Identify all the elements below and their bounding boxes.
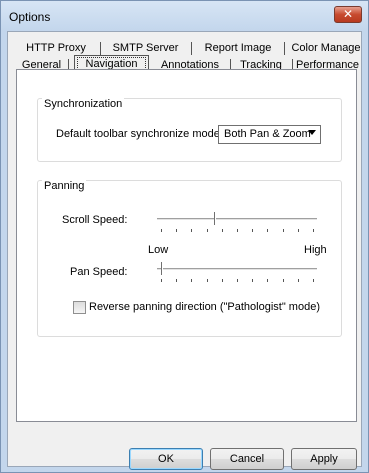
slider-tick (237, 229, 238, 232)
navigation-tab-panel: Synchronization Default toolbar synchron… (16, 69, 357, 422)
tab-separator (100, 42, 101, 55)
slider-ticks (157, 229, 317, 232)
sync-mode-value: Both Pan & Zoom (224, 128, 311, 140)
slider-tick (207, 279, 208, 282)
sync-mode-dropdown[interactable]: Both Pan & Zoom (218, 125, 321, 144)
slider-tick (191, 279, 192, 282)
slider-tick (283, 229, 284, 232)
slider-tick (267, 229, 268, 232)
slider-tick (176, 279, 177, 282)
slider-track (157, 218, 317, 220)
slider-tick (252, 229, 253, 232)
close-icon: ✕ (342, 7, 354, 21)
slider-tick (161, 279, 162, 282)
slider-tick (298, 279, 299, 282)
slider-tick (252, 279, 253, 282)
tab-color-manage[interactable]: Color Manage (291, 40, 361, 57)
reverse-panning-label: Reverse panning direction ("Pathologist"… (89, 301, 320, 313)
slider-tick (222, 229, 223, 232)
slider-tick (313, 279, 314, 282)
slider-thumb[interactable] (161, 262, 164, 275)
tab-row-top: HTTP Proxy SMTP Server Report Image Colo… (8, 40, 361, 57)
slider-tick (313, 229, 314, 232)
low-label: Low (148, 244, 169, 256)
slider-tick (298, 229, 299, 232)
reverse-panning-checkbox[interactable] (73, 301, 86, 314)
window-title: Options (9, 10, 51, 24)
apply-button[interactable]: Apply (291, 448, 357, 470)
options-dialog: Options ✕ HTTP Proxy SMTP Server Report … (0, 0, 369, 473)
dialog-client-area: HTTP Proxy SMTP Server Report Image Colo… (7, 31, 362, 470)
scroll-speed-label: Scroll Speed: (62, 214, 128, 226)
slider-tick (237, 279, 238, 282)
title-bar: Options ✕ (1, 1, 368, 31)
high-label: High (304, 244, 327, 256)
tab-report-image[interactable]: Report Image (198, 40, 278, 57)
slider-thumb[interactable] (214, 212, 217, 225)
ok-button[interactable]: OK (129, 448, 203, 470)
slider-tick (267, 279, 268, 282)
slider-tick (176, 229, 177, 232)
slider-tick (207, 229, 208, 232)
cancel-button[interactable]: Cancel (210, 448, 284, 470)
panning-group-title: Panning (42, 180, 87, 192)
slider-tick (161, 229, 162, 232)
slider-tick (191, 229, 192, 232)
slider-tick (283, 279, 284, 282)
tab-separator (191, 42, 192, 55)
tab-separator (284, 42, 285, 55)
scroll-speed-slider[interactable] (157, 212, 317, 234)
sync-mode-label: Default toolbar synchronize mode: (56, 128, 223, 140)
slider-ticks (157, 279, 317, 282)
slider-track (157, 268, 317, 270)
slider-tick (222, 279, 223, 282)
synchronization-group-title: Synchronization (42, 98, 125, 110)
synchronization-group: Synchronization Default toolbar synchron… (37, 98, 342, 162)
pan-speed-label: Pan Speed: (70, 266, 128, 278)
close-button[interactable]: ✕ (334, 6, 362, 23)
pan-speed-slider[interactable] (157, 262, 317, 284)
chevron-down-icon (308, 130, 316, 135)
panning-group: Panning Scroll Speed: Low High Pan Speed… (37, 180, 342, 337)
